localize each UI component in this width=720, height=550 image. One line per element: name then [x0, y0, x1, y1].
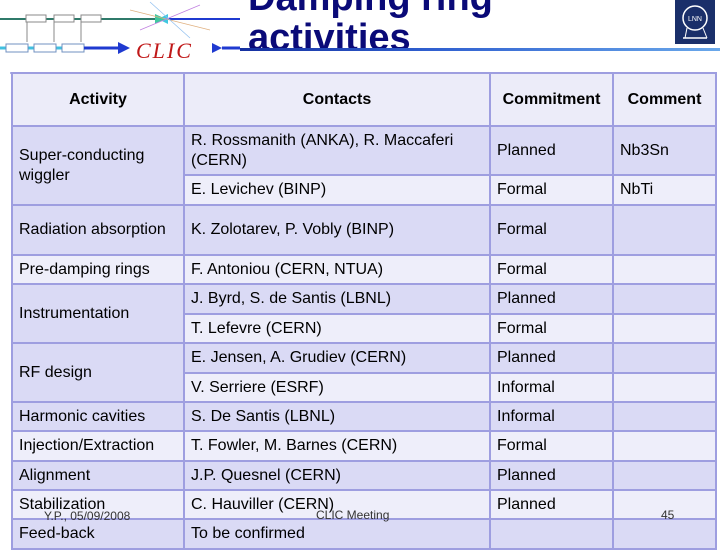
cell-contacts: E. Levichev (BINP): [183, 174, 491, 206]
table-row: Super-conducting wiggler R. Rossmanith (…: [11, 125, 717, 206]
cell-contacts: E. Jensen, A. Grudiev (CERN): [183, 342, 491, 374]
cell-contacts: R. Rossmanith (ANKA), R. Maccaferi (CERN…: [183, 125, 491, 176]
table-row: Injection/Extraction T. Fowler, M. Barne…: [11, 430, 717, 462]
cell-commitment: Formal: [489, 204, 614, 256]
cell-commitment: Planned: [489, 460, 614, 491]
cell-activity: Instrumentation: [11, 283, 185, 344]
slide-title-line-1: Damping ring: [248, 0, 493, 18]
footer-event: CLIC Meeting: [316, 508, 390, 522]
cell-commitment: Planned: [489, 125, 614, 176]
cell-commitment: Planned: [489, 283, 614, 315]
cell-comment: [612, 204, 717, 256]
cell-contacts: J. Byrd, S. de Santis (LBNL): [183, 283, 491, 315]
cell-comment: [612, 313, 717, 344]
table-row: Alignment J.P. Quesnel (CERN) Planned: [11, 460, 717, 491]
header-contacts: Contacts: [183, 72, 491, 127]
cell-activity: Feed-back: [11, 518, 185, 550]
cell-activity: Super-conducting wiggler: [11, 125, 185, 206]
table-row: Harmonic cavities S. De Santis (LBNL) In…: [11, 401, 717, 432]
cell-activity: Harmonic cavities: [11, 401, 185, 432]
cell-commitment: Planned: [489, 342, 614, 374]
cell-contacts: F. Antoniou (CERN, NTUA): [183, 254, 491, 285]
clic-logo: CLIC: [0, 1, 240, 63]
table-row: Feed-back To be confirmed: [11, 518, 717, 550]
cell-comment: [612, 283, 717, 315]
cell-comment: [612, 401, 717, 432]
cell-activity: RF design: [11, 342, 185, 403]
slide-title-line-2: activities: [248, 17, 411, 59]
cell-contacts: S. De Santis (LBNL): [183, 401, 491, 432]
cell-commitment: Formal: [489, 174, 614, 206]
header-activity: Activity: [11, 72, 185, 127]
cell-activity: Radiation absorption: [11, 204, 185, 256]
table-row: RF design E. Jensen, A. Grudiev (CERN) P…: [11, 342, 717, 403]
cell-commitment: Informal: [489, 372, 614, 403]
cell-commitment: Formal: [489, 254, 614, 285]
cell-comment: [612, 430, 717, 462]
footer-author-date: Y.P., 05/09/2008: [44, 509, 131, 523]
cell-contacts: J.P. Quesnel (CERN): [183, 460, 491, 491]
activities-table: Activity Contacts Commitment Comment Sup…: [11, 72, 717, 550]
svg-text:LNN: LNN: [688, 16, 702, 23]
table-row: Radiation absorption K. Zolotarev, P. Vo…: [11, 204, 717, 256]
cell-comment: [612, 254, 717, 285]
cern-logo: LNN: [675, 0, 715, 44]
cell-contacts: T. Fowler, M. Barnes (CERN): [183, 430, 491, 462]
cell-contacts: V. Serriere (ESRF): [183, 372, 491, 403]
cell-comment: [612, 460, 717, 491]
cell-commitment: Informal: [489, 401, 614, 432]
cell-comment: NbTi: [612, 174, 717, 206]
clic-logo-text: CLIC: [136, 38, 193, 63]
cell-commitment: Formal: [489, 313, 614, 344]
cell-comment: [612, 518, 717, 550]
header-comment: Comment: [612, 72, 717, 127]
cell-commitment: [489, 518, 614, 550]
slide-header: CLIC Damping ring activities LNN: [0, 0, 720, 74]
table-row: Pre-damping rings F. Antoniou (CERN, NTU…: [11, 254, 717, 285]
cell-activity: Alignment: [11, 460, 185, 491]
table-row: Instrumentation J. Byrd, S. de Santis (L…: [11, 283, 717, 344]
cell-commitment: Planned: [489, 489, 614, 520]
table-header-row: Activity Contacts Commitment Comment: [11, 72, 717, 127]
footer-page-number: 45: [661, 508, 675, 522]
cell-commitment: Formal: [489, 430, 614, 462]
cell-contacts: K. Zolotarev, P. Vobly (BINP): [183, 204, 491, 256]
cell-comment: Nb3Sn: [612, 125, 717, 176]
cell-contacts: T. Lefevre (CERN): [183, 313, 491, 344]
cell-activity: Injection/Extraction: [11, 430, 185, 462]
cell-activity: Pre-damping rings: [11, 254, 185, 285]
header-commitment: Commitment: [489, 72, 614, 127]
cell-contacts: To be confirmed: [183, 518, 491, 550]
title-underline: [240, 48, 720, 51]
cell-comment: [612, 342, 717, 374]
cell-comment: [612, 372, 717, 403]
